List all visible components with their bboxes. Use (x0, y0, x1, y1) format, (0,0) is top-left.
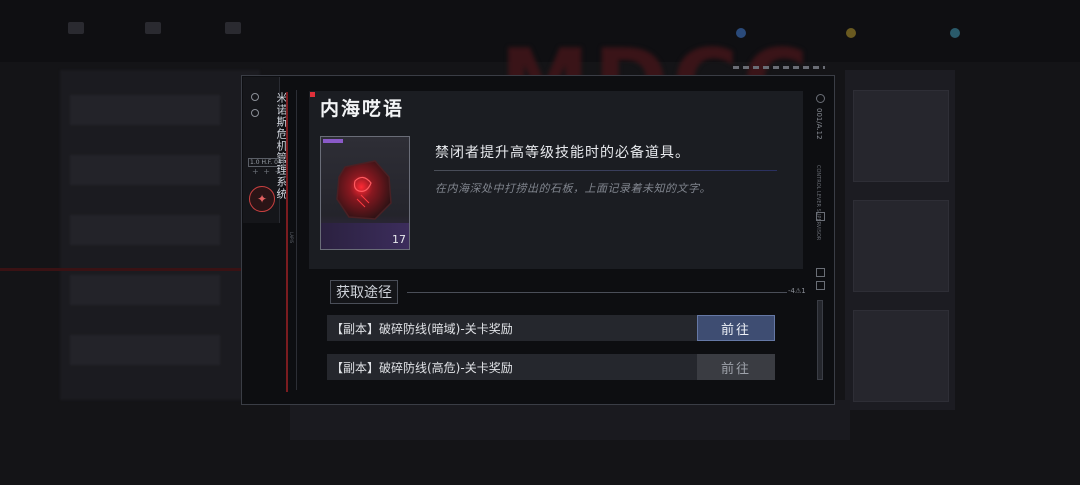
acquisition-tail-mark: -4⚠1 (788, 287, 806, 295)
close-icon[interactable] (816, 212, 825, 221)
item-lore: 在内海深处中打捞出的石板，上面记录着未知的文字。 (435, 182, 711, 195)
left-side-label: LAPIS (289, 232, 294, 244)
rarity-badge (323, 139, 343, 143)
route-label: 【副本】破碎防线(暗域)-关卡奖励 (331, 321, 513, 336)
background-right-cards (845, 70, 955, 410)
gold-icon (846, 28, 856, 38)
item-name: 内海呓语 (320, 98, 405, 120)
item-count: 17 (392, 233, 406, 246)
acquisition-route: 【副本】破碎防线(高危)-关卡奖励 前往 (327, 354, 775, 380)
red-accent-line (286, 92, 288, 392)
brand-title: 米诺斯危机管理系统 (275, 92, 288, 200)
divider-line (296, 90, 297, 390)
goto-button[interactable]: 前往 (697, 315, 775, 341)
warning-icon (816, 268, 825, 277)
stone-tablet-icon (336, 160, 392, 220)
right-scroll-bar[interactable] (817, 300, 823, 380)
brand-emblem-icon: ✦ (249, 186, 275, 212)
settings-icon (816, 94, 825, 103)
background-left-list (60, 70, 260, 400)
item-description: 禁闭者提升高等级技能时的必备道具。 (435, 145, 690, 161)
title-marker (310, 92, 315, 97)
description-divider (434, 170, 777, 171)
acquisition-route: 【副本】破碎防线(暗域)-关卡奖励 前往 (327, 315, 775, 341)
crystal-icon (950, 28, 960, 38)
acquisition-header: 获取途径 (330, 280, 398, 304)
background-bottom-row (290, 400, 850, 440)
acquisition-divider (407, 292, 787, 293)
right-small-text: CONTROL LEVER SUPERVISOR (815, 165, 821, 241)
brand-plus-marks: + + + (252, 167, 283, 176)
right-code: 001/A.12 (815, 108, 823, 140)
route-label: 【副本】破碎防线(高危)-关卡奖励 (331, 360, 513, 375)
info-icon (816, 281, 825, 290)
back-icon (68, 22, 84, 34)
brand-version: 1.0 H.F. 04 (248, 158, 284, 167)
brand-dots (251, 93, 259, 125)
tool-icon (225, 22, 241, 34)
home-icon (145, 22, 161, 34)
frame-decoration (733, 66, 825, 69)
goto-button[interactable]: 前往 (697, 354, 775, 380)
